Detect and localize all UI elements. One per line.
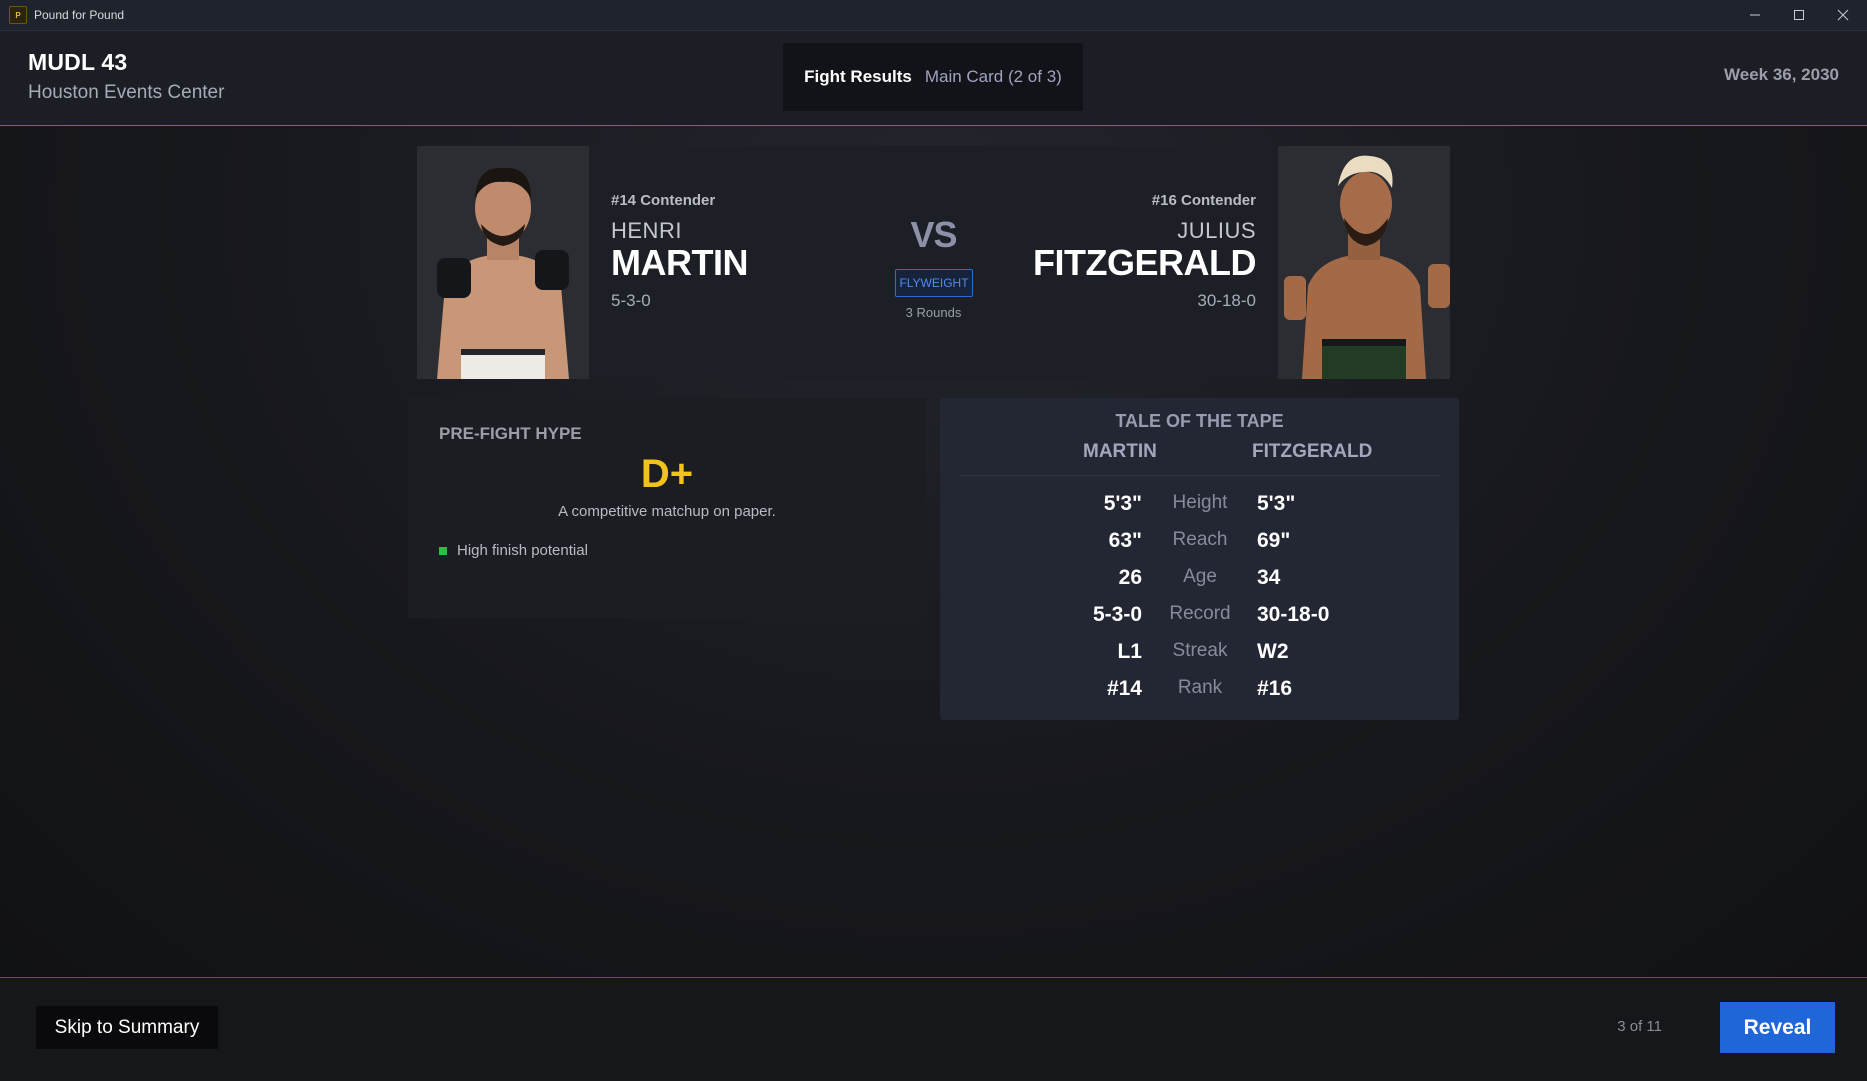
tape-left-value: 26 [1118,566,1142,589]
tale-of-the-tape-panel: TALE OF THE TAPE MARTIN FITZGERALD 5'3" … [940,398,1459,720]
results-tab-box: Fight Results Main Card (2 of 3) [783,43,1083,111]
tape-row-age: 26 Age 34 [940,566,1459,603]
tape-right-value: #16 [1257,677,1293,700]
tape-row-reach: 63" Reach 69" [940,529,1459,566]
hype-grade: D+ [640,452,694,496]
tape-title: TALE OF THE TAPE [1115,411,1284,431]
tape-label: Height [1172,492,1228,513]
tape-left-value: 5-3-0 [1092,603,1142,626]
app-logo-icon: P [9,6,27,24]
tape-label: Record [1169,603,1231,624]
fighter-right-last-name: FITZGERALD [1033,242,1256,283]
maximize-icon[interactable] [1777,0,1821,30]
tape-label: Age [1183,566,1217,587]
card-section-label: Main Card (2 of 3) [924,67,1062,86]
matchup-banner: #14 Contender HENRI MARTIN 5-3-0 VS FLYW… [417,146,1450,379]
hype-note-text: High finish potential [457,542,588,559]
event-header: MUDL 43 Houston Events Center Fight Resu… [0,31,1867,126]
footer-bar: Skip to Summary 3 of 11 Reveal [0,977,1867,1081]
tape-left-value: L1 [1117,640,1142,663]
hype-note-item: High finish potential [439,542,588,559]
tape-label: Streak [1172,640,1228,661]
tape-row-streak: L1 Streak W2 [940,640,1459,677]
event-venue: Houston Events Center [28,82,225,103]
hype-title: PRE-FIGHT HYPE [439,424,582,443]
week-label: Week 36, 2030 [1724,65,1839,84]
pre-fight-hype-panel: PRE-FIGHT HYPE D+ A competitive matchup … [408,398,926,618]
fighter-right-record: 30-18-0 [1197,291,1256,310]
tape-right-value: 34 [1257,566,1281,589]
tape-right-value: 30-18-0 [1257,603,1330,626]
tape-row-height: 5'3" Height 5'3" [940,492,1459,529]
event-title: MUDL 43 [28,49,128,75]
tape-row-record: 5-3-0 Record 30-18-0 [940,603,1459,640]
minimize-icon[interactable] [1733,0,1777,30]
fighter-portrait-left [417,146,589,379]
tape-label: Reach [1172,529,1228,550]
fighter-left-rank: #14 Contender [611,192,716,209]
fighter-portrait-right [1278,146,1450,379]
tape-right-value: 5'3" [1257,492,1296,515]
close-icon[interactable] [1821,0,1865,30]
tape-left-value: 5'3" [1103,492,1142,515]
fighter-right-first-name: JULIUS [1177,218,1256,243]
fight-counter: 3 of 11 [1617,1018,1662,1035]
main-content: #14 Contender HENRI MARTIN 5-3-0 VS FLYW… [0,126,1867,977]
reveal-button[interactable]: Reveal [1720,1002,1835,1053]
fighter-right-rank: #16 Contender [1151,192,1256,209]
bullet-dot-icon [439,546,447,555]
tape-row-rank: #14 Rank #16 [940,677,1459,714]
tape-left-value: 63" [1108,529,1142,552]
hype-description: A competitive matchup on paper. [558,503,776,520]
tape-label: Rank [1177,677,1223,698]
tab-fight-results[interactable]: Fight Results [804,67,912,87]
tape-right-value: W2 [1257,640,1289,663]
tape-header-left: MARTIN [1083,441,1157,462]
tape-right-value: 69" [1257,529,1291,552]
tape-left-value: #14 [1106,677,1142,700]
weight-class-badge: FLYWEIGHT [895,269,973,297]
tape-divider [959,475,1440,476]
tape-header-right: FITZGERALD [1252,441,1373,462]
window-title: Pound for Pound [34,8,125,22]
window-titlebar: P Pound for Pound [0,0,1867,31]
skip-to-summary-button[interactable]: Skip to Summary [36,1006,218,1049]
